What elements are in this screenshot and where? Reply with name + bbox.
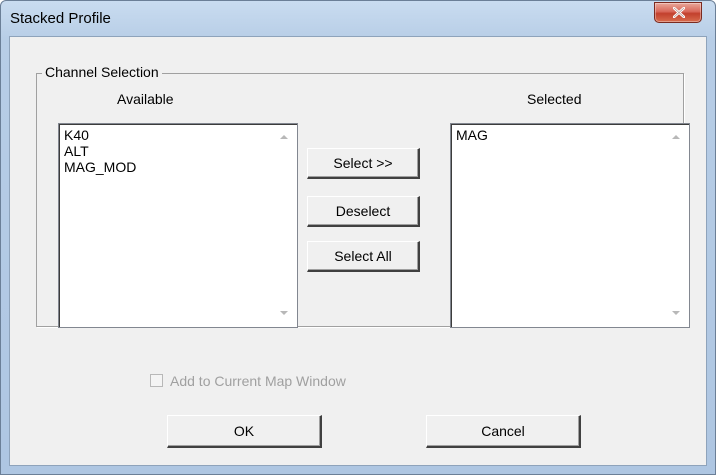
scroll-up-arrow-icon[interactable] <box>672 135 680 139</box>
add-to-map-label: Add to Current Map Window <box>170 373 346 389</box>
select-button[interactable]: Select >> <box>307 148 420 179</box>
deselect-button-label: Deselect <box>335 203 391 219</box>
add-to-map-checkbox[interactable] <box>150 374 163 387</box>
available-label: Available <box>117 91 174 107</box>
ok-button[interactable]: OK <box>167 415 322 448</box>
deselect-button[interactable]: Deselect <box>307 196 420 227</box>
list-item[interactable]: K40 <box>64 127 89 143</box>
cancel-button[interactable]: Cancel <box>426 415 581 448</box>
channel-selection-label: Channel Selection <box>42 64 162 80</box>
select-button-label: Select >> <box>333 155 393 171</box>
selected-listbox[interactable]: MAG <box>450 123 690 328</box>
list-item[interactable]: MAG <box>456 127 488 143</box>
ok-button-label: OK <box>233 423 255 439</box>
list-item[interactable]: ALT <box>64 143 89 159</box>
title-bar[interactable]: Stacked Profile <box>1 1 715 35</box>
available-listbox[interactable]: K40 ALT MAG_MOD <box>58 123 298 328</box>
close-icon <box>673 7 685 18</box>
selected-label: Selected <box>527 91 582 107</box>
list-item[interactable]: MAG_MOD <box>64 159 136 175</box>
select-all-button[interactable]: Select All <box>307 241 420 272</box>
close-button[interactable] <box>654 2 702 23</box>
stacked-profile-dialog: Stacked Profile Channel Selection Availa… <box>0 0 716 475</box>
scroll-down-arrow-icon[interactable] <box>672 311 680 315</box>
select-all-button-label: Select All <box>334 248 392 264</box>
cancel-button-label: Cancel <box>481 423 525 439</box>
dialog-client-area: Channel Selection Available Selected K40… <box>9 36 707 466</box>
scroll-down-arrow-icon[interactable] <box>280 311 288 315</box>
scroll-up-arrow-icon[interactable] <box>280 135 288 139</box>
window-title: Stacked Profile <box>10 10 111 27</box>
